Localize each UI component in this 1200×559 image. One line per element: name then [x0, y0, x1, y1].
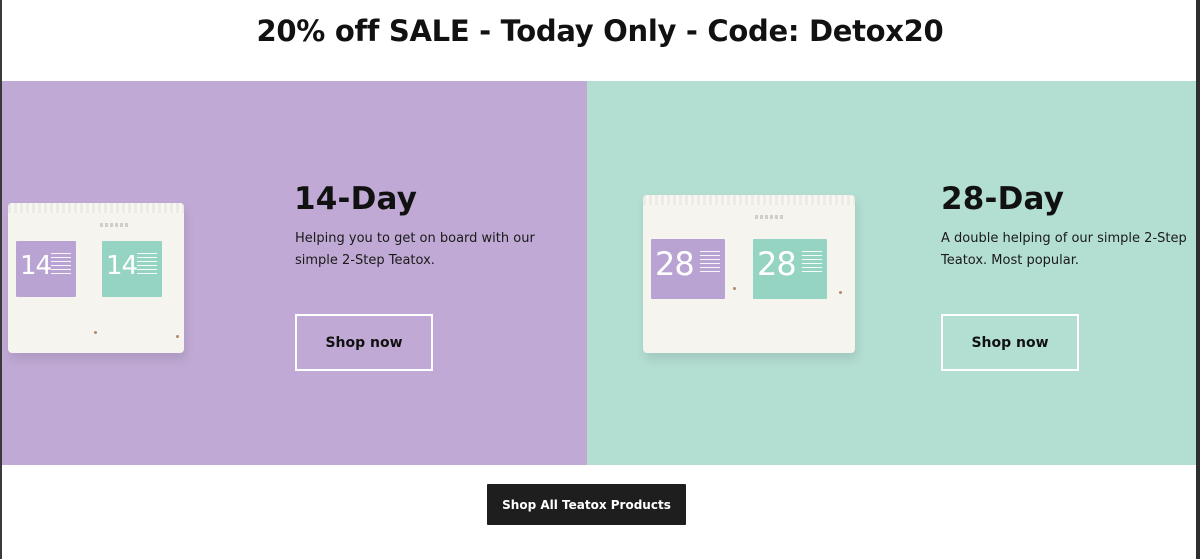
offer-description-28-day: A double helping of our simple 2-Step Te…	[941, 231, 1187, 268]
pack-number: 14	[106, 251, 138, 281]
offer-panel-14-day: 14 14 14-Day Helping you to get on board…	[2, 81, 587, 465]
offer-description-14-day: Helping you to get on board with our sim…	[295, 231, 535, 268]
offer-title-14-day: 14-Day	[294, 181, 418, 217]
pack-number: 14	[20, 251, 52, 281]
pack-label-green: 14	[102, 241, 162, 297]
shop-now-button-14-day[interactable]: Shop now	[295, 314, 433, 371]
sale-banner: 20% off SALE - Today Only - Code: Detox2…	[0, 0, 1200, 80]
pack-label-purple: 28	[651, 239, 725, 299]
product-image-28-day-packs: 28 28	[643, 195, 855, 353]
offer-panel-28-day: 28 28 28-Day A double helping of our sim…	[587, 81, 1196, 465]
pack-label-purple: 14	[16, 241, 76, 297]
pack-number: 28	[655, 245, 695, 283]
sale-banner-text: 20% off SALE - Today Only - Code: Detox2…	[256, 14, 944, 48]
offer-title-28-day: 28-Day	[941, 181, 1065, 217]
shop-all-teatox-products-button[interactable]: Shop All Teatox Products	[487, 484, 686, 525]
product-image-14-day-packs: 14 14	[8, 203, 184, 353]
pack-label-green: 28	[753, 239, 827, 299]
pack-number: 28	[757, 245, 797, 283]
window-edge-right	[1196, 0, 1200, 559]
shop-now-button-28-day[interactable]: Shop now	[941, 314, 1079, 371]
